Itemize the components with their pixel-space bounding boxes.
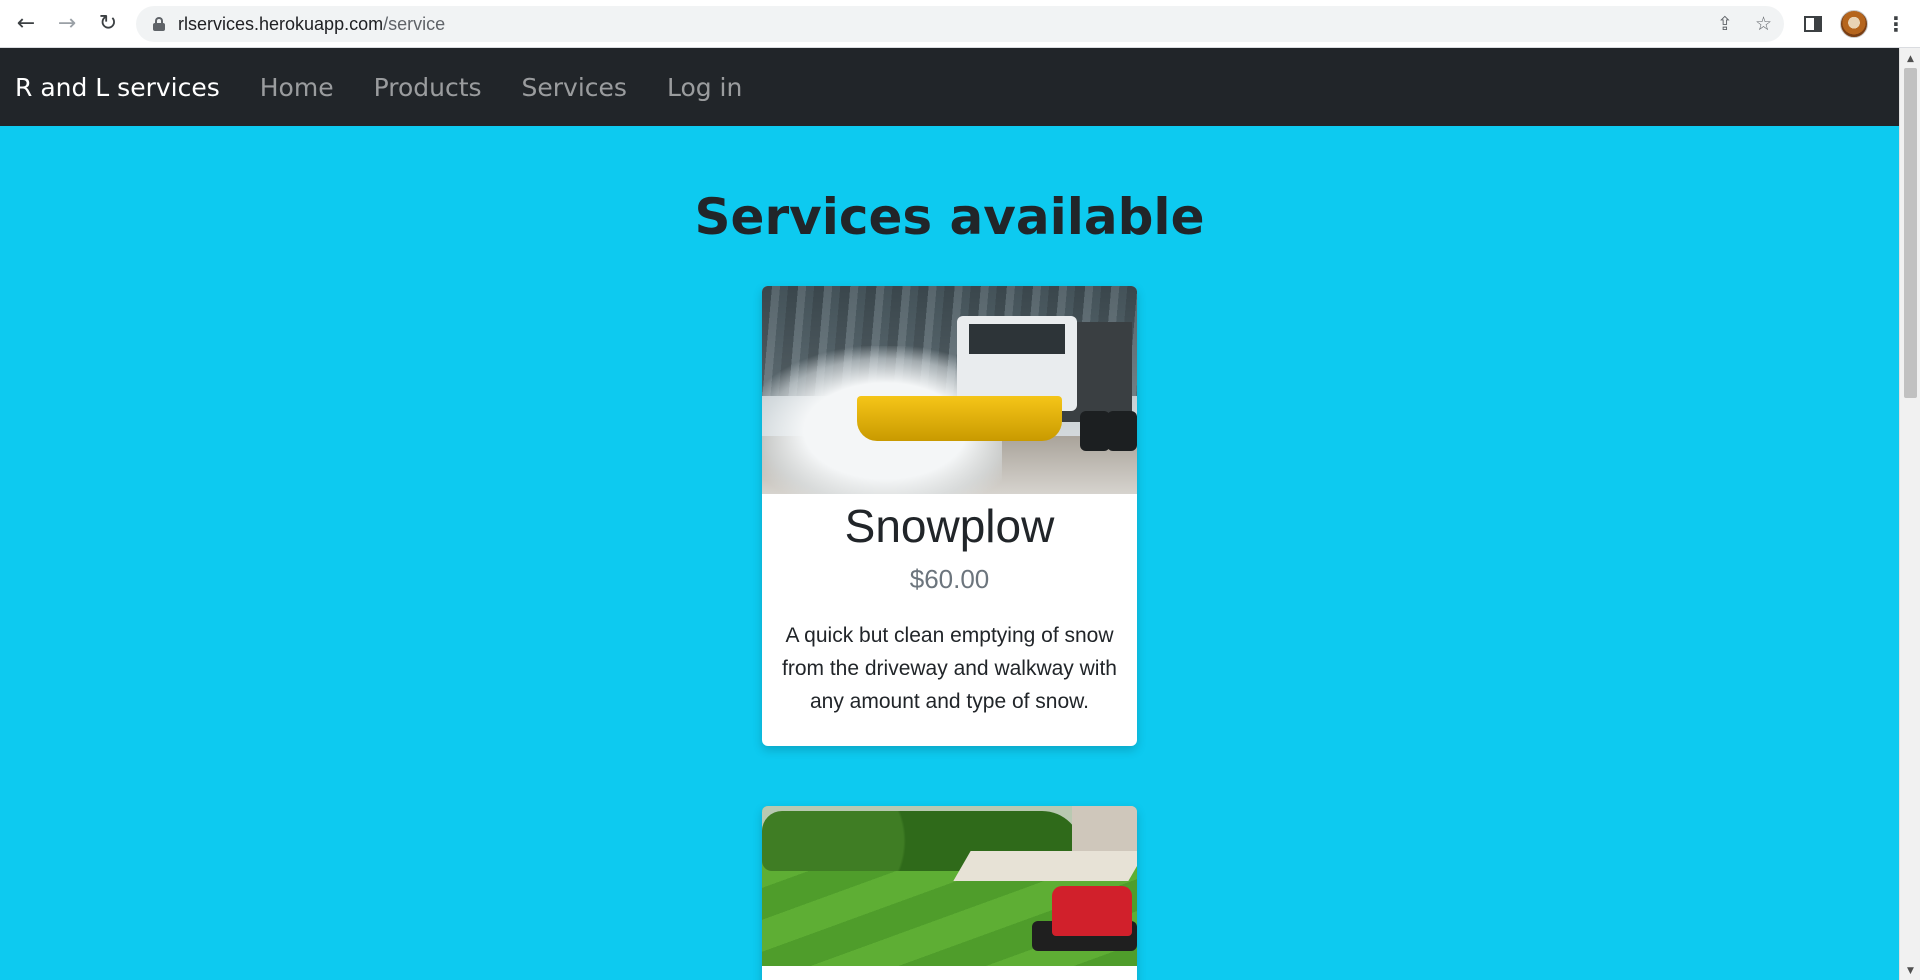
url-path: /service xyxy=(383,13,446,34)
profile-avatar[interactable] xyxy=(1840,10,1868,38)
site-navbar: R and L services Home Products Services … xyxy=(0,48,1899,126)
back-icon[interactable]: ← xyxy=(6,4,46,44)
url-host: rlservices.herokuapp.com xyxy=(178,13,384,34)
nav-link-products[interactable]: Products xyxy=(374,73,482,102)
nav-link-services[interactable]: Services xyxy=(522,73,627,102)
address-bar[interactable]: rlservices.herokuapp.com/service ⇪ ☆ xyxy=(136,6,1784,42)
card-price: $60.00 xyxy=(909,564,990,594)
nav-links: Home Products Services Log in xyxy=(260,73,743,102)
scroll-thumb[interactable] xyxy=(1904,68,1917,398)
page-scrollbar[interactable]: ▲ ▼ xyxy=(1899,48,1920,980)
browser-menu-icon[interactable]: ⋮ xyxy=(1886,12,1906,36)
scroll-down-icon[interactable]: ▼ xyxy=(1900,962,1920,980)
nav-link-home[interactable]: Home xyxy=(260,73,334,102)
scroll-up-icon[interactable]: ▲ xyxy=(1900,50,1920,68)
bookmark-star-icon[interactable]: ☆ xyxy=(1755,13,1772,35)
forward-icon[interactable]: → xyxy=(47,4,87,44)
service-card-lawn xyxy=(762,806,1137,980)
nav-link-log-in[interactable]: Log in xyxy=(667,73,742,102)
snowplow-truck-image xyxy=(762,286,1137,494)
browser-toolbar: ← → ↻ rlservices.herokuapp.com/service ⇪… xyxy=(0,0,1920,48)
service-card-snowplow: Snowplow $60.00 A quick but clean emptyi… xyxy=(762,286,1137,746)
lock-icon[interactable] xyxy=(152,17,166,31)
navbar-brand[interactable]: R and L services xyxy=(15,73,220,102)
lawn-mower-image xyxy=(762,806,1137,966)
page-title: Services available xyxy=(694,188,1205,246)
share-icon[interactable]: ⇪ xyxy=(1717,13,1733,35)
card-description: A quick but clean emptying of snow from … xyxy=(782,624,1117,713)
reload-icon[interactable]: ↻ xyxy=(88,4,128,44)
main-content: Services available Snowplow $60.00 A qui… xyxy=(0,126,1899,980)
side-panel-icon[interactable] xyxy=(1804,16,1822,32)
card-title: Snowplow xyxy=(844,500,1055,552)
url-text[interactable]: rlservices.herokuapp.com/service xyxy=(178,14,445,35)
